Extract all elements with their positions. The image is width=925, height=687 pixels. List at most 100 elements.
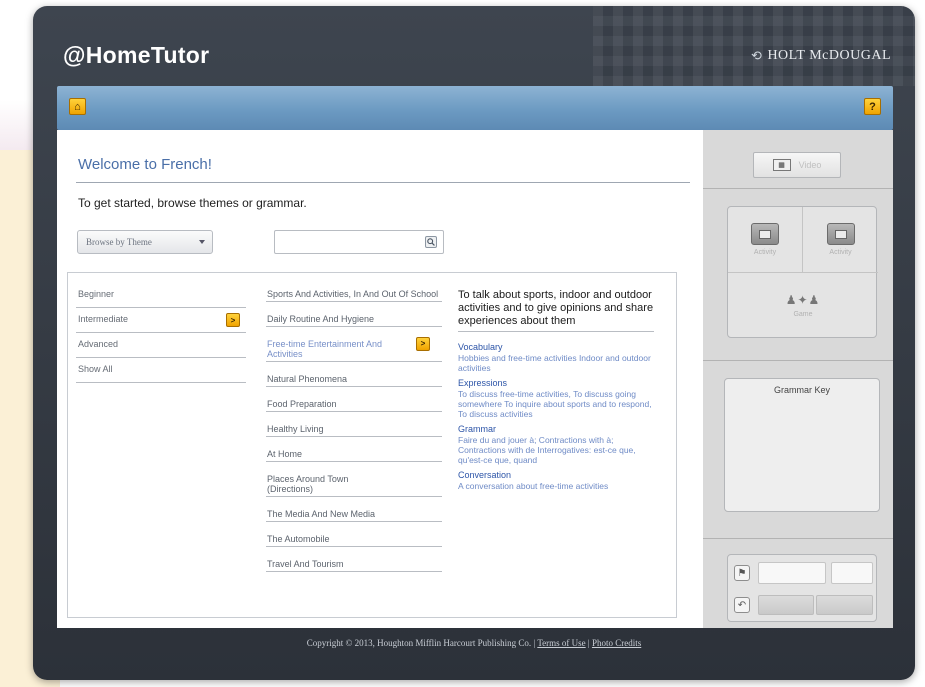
- activity-label: Activity: [753, 249, 777, 256]
- theme-label: Food Preparation: [267, 399, 337, 409]
- game-button[interactable]: ♟✦♟ Game: [728, 273, 878, 337]
- search-input[interactable]: [275, 231, 420, 253]
- grammar-key-panel[interactable]: Grammar Key: [724, 378, 880, 512]
- theme-item[interactable]: Places Around Town (Directions): [266, 474, 442, 497]
- app-window: @HomeTutor ⟲ HOLT McDOUGAL ⌂ ? Welcome t…: [33, 6, 915, 680]
- nav-button-next[interactable]: [816, 595, 873, 615]
- arrow-right-icon[interactable]: >: [226, 313, 240, 327]
- toolbar: ⌂ ?: [57, 86, 893, 130]
- detail-title: To talk about sports, indoor and outdoor…: [458, 289, 654, 332]
- theme-item[interactable]: Travel And Tourism: [266, 559, 442, 572]
- level-item-beginner[interactable]: Beginner: [76, 283, 246, 308]
- detail-section-expressions[interactable]: Expressions To discuss free-time activit…: [458, 378, 654, 419]
- home-button[interactable]: ⌂: [69, 98, 86, 115]
- theme-item[interactable]: The Automobile: [266, 534, 442, 547]
- game-label: Game: [793, 310, 813, 318]
- activity-button-2[interactable]: Activity: [803, 207, 878, 273]
- terms-link[interactable]: Terms of Use: [537, 638, 585, 648]
- navigation-box: ⚑ ↶: [727, 554, 877, 622]
- detail-heading: Expressions: [458, 378, 508, 388]
- page-title: Welcome to French!: [78, 156, 212, 173]
- activity-icon: [826, 223, 855, 245]
- theme-list: Sports And Activities, In And Out Of Sch…: [266, 289, 442, 584]
- theme-label: Places Around Town (Directions): [267, 474, 349, 494]
- publisher-name: HOLT McDOUGAL: [767, 48, 891, 63]
- theme-item[interactable]: Healthy Living: [266, 424, 442, 437]
- nav-field-1[interactable]: [758, 562, 826, 584]
- search-icon[interactable]: [425, 236, 437, 248]
- detail-heading: Grammar: [458, 424, 496, 434]
- theme-label: Travel And Tourism: [267, 559, 344, 569]
- detail-section-conversation[interactable]: Conversation A conversation about free-t…: [458, 470, 654, 491]
- theme-label: Natural Phenomena: [267, 374, 348, 384]
- detail-body: Hobbies and free-time activities Indoor …: [458, 353, 651, 373]
- help-icon: ?: [869, 100, 876, 113]
- footer: Copyright © 2013, Houghton Mifflin Harco…: [33, 638, 915, 648]
- detail-body: To discuss free-time activities, To disc…: [458, 389, 652, 419]
- browse-area: Beginner Intermediate > Advanced Show Al…: [67, 272, 677, 618]
- theme-detail: To talk about sports, indoor and outdoor…: [458, 289, 654, 496]
- level-item-intermediate[interactable]: Intermediate >: [76, 308, 246, 333]
- arrow-right-icon[interactable]: >: [416, 337, 430, 351]
- theme-item[interactable]: The Media And New Media: [266, 509, 442, 522]
- detail-section-grammar[interactable]: Grammar Faire du and jouer à; Contractio…: [458, 424, 654, 465]
- app-logo: @HomeTutor: [63, 42, 210, 68]
- detail-heading: Vocabulary: [458, 342, 503, 352]
- theme-item[interactable]: Daily Routine And Hygiene: [266, 314, 442, 327]
- grammar-key-title: Grammar Key: [773, 385, 830, 395]
- film-icon: ▦: [772, 159, 791, 171]
- title-divider: [76, 182, 690, 183]
- level-label: Beginner: [78, 289, 115, 299]
- theme-label: The Media And New Media: [267, 509, 376, 519]
- theme-label: At Home: [267, 449, 303, 459]
- detail-body: Faire du and jouer à; Contractions with …: [458, 435, 636, 465]
- theme-label: Free-time Entertainment And Activities: [267, 339, 383, 359]
- level-label: Intermediate: [78, 314, 129, 324]
- detail-section-vocabulary[interactable]: Vocabulary Hobbies and free-time activit…: [458, 342, 654, 373]
- level-list: Beginner Intermediate > Advanced Show Al…: [68, 283, 246, 383]
- theme-item[interactable]: At Home: [266, 449, 442, 462]
- copyright-text: Copyright © 2013, Houghton Mifflin Harco…: [306, 638, 536, 648]
- right-panel: ▦ Video Activity Activity ♟✦♟ Game Gramm…: [703, 130, 893, 628]
- theme-item[interactable]: Food Preparation: [266, 399, 442, 412]
- browse-by-select[interactable]: Browse by Theme: [77, 230, 213, 254]
- theme-label: Healthy Living: [267, 424, 324, 434]
- theme-item[interactable]: Sports And Activities, In And Out Of Sch…: [266, 289, 442, 302]
- activities-box: Activity Activity ♟✦♟ Game: [727, 206, 878, 338]
- intro-text: To get started, browse themes or grammar…: [78, 196, 307, 210]
- game-icon: ♟✦♟: [785, 292, 821, 307]
- video-button[interactable]: ▦ Video: [753, 152, 841, 178]
- activity-icon: [751, 223, 779, 245]
- theme-item[interactable]: Natural Phenomena: [266, 374, 442, 387]
- search-field[interactable]: [274, 230, 444, 254]
- nav-button-prev[interactable]: [758, 595, 814, 615]
- chevron-down-icon: [199, 240, 205, 244]
- browse-select-value: Browse by Theme: [86, 237, 152, 247]
- activity-label: Activity: [829, 249, 852, 256]
- publisher-logo: ⟲ HOLT McDOUGAL: [751, 48, 891, 64]
- video-label: Video: [798, 160, 822, 170]
- help-button[interactable]: ?: [864, 98, 881, 115]
- theme-item-selected[interactable]: Free-time Entertainment And Activities >: [266, 337, 442, 362]
- theme-label: The Automobile: [267, 534, 330, 544]
- photo-credits-link[interactable]: Photo Credits: [592, 638, 641, 648]
- activity-button-1[interactable]: Activity: [728, 207, 803, 273]
- main-panel: Welcome to French! To get started, brows…: [57, 130, 703, 628]
- panel-divider: [703, 360, 893, 361]
- undo-icon[interactable]: ↶: [734, 597, 750, 613]
- theme-label: Sports And Activities, In And Out Of Sch…: [267, 289, 439, 299]
- panel-divider: [703, 538, 893, 539]
- level-item-advanced[interactable]: Advanced: [76, 333, 246, 358]
- panel-divider: [703, 188, 893, 189]
- level-item-show-all[interactable]: Show All: [76, 358, 246, 383]
- detail-heading: Conversation: [458, 470, 512, 480]
- home-icon: ⌂: [74, 100, 81, 113]
- flag-icon[interactable]: ⚑: [734, 565, 750, 581]
- nav-field-2[interactable]: [831, 562, 873, 584]
- header-decoration: [593, 6, 915, 86]
- detail-body: A conversation about free-time activitie…: [458, 481, 609, 491]
- footer-separator: |: [587, 638, 590, 648]
- theme-label: Daily Routine And Hygiene: [267, 314, 375, 324]
- level-label: Advanced: [78, 339, 119, 349]
- holt-swirl-icon: ⟲: [751, 48, 763, 63]
